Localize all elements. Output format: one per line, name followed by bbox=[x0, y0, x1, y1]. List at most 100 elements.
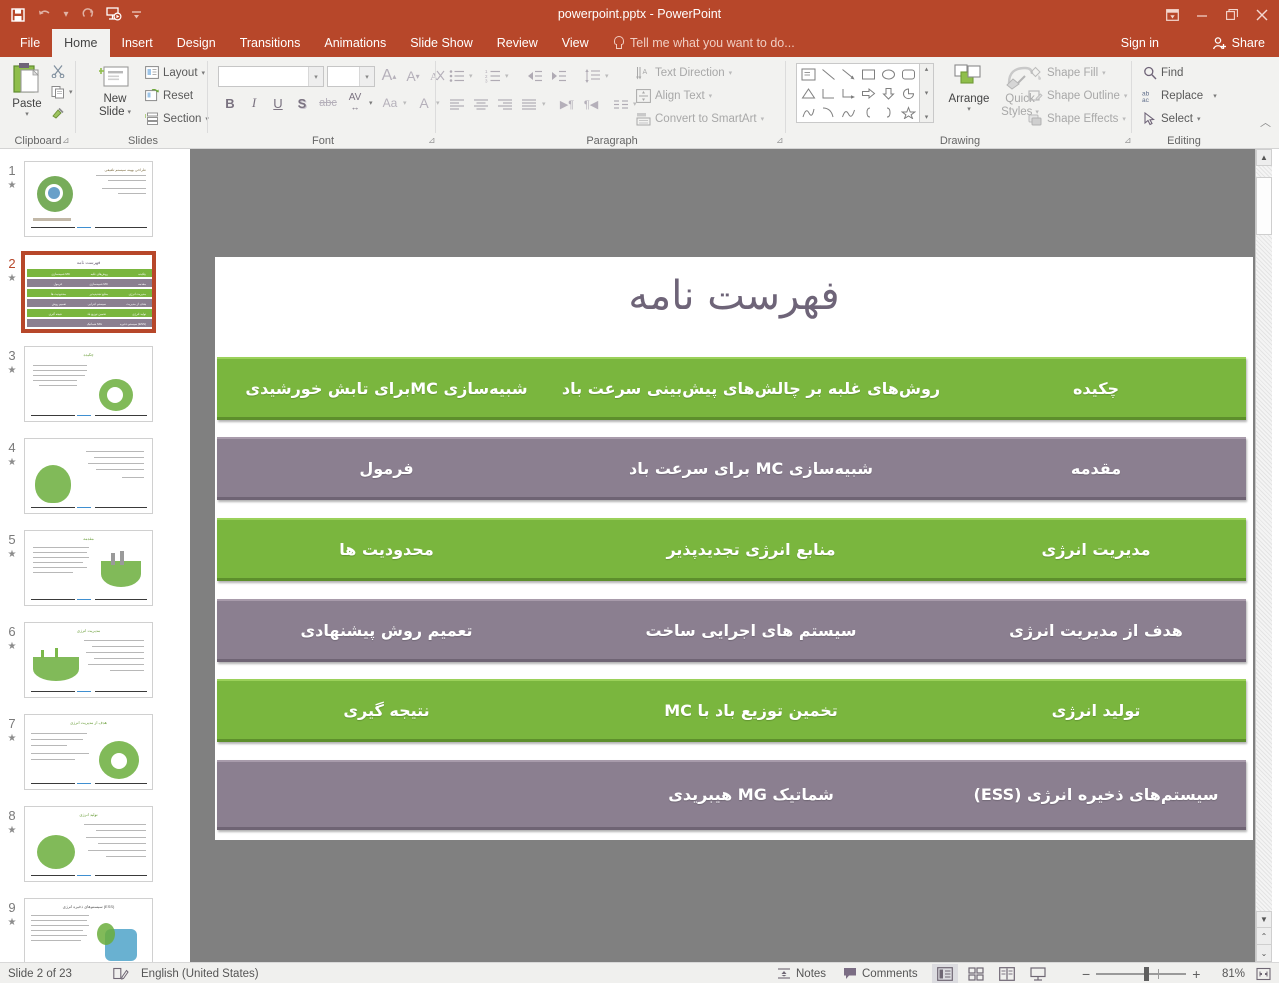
underline-button[interactable]: U bbox=[267, 92, 289, 114]
copy-dropdown-icon[interactable]: ▾ bbox=[69, 88, 73, 96]
comments-button[interactable]: Comments bbox=[843, 963, 918, 983]
arrange-button[interactable]: Arrange ▾ bbox=[943, 63, 995, 114]
zoom-thumb[interactable] bbox=[1144, 966, 1150, 981]
shape-triangle-icon[interactable] bbox=[798, 84, 818, 103]
restore-button[interactable] bbox=[1217, 3, 1247, 27]
right-to-left-button[interactable]: ¶◀ bbox=[580, 94, 602, 114]
thumbnail-slide-1[interactable]: 1 ★ طراحی بهینه سیستم تلفیقی bbox=[0, 161, 172, 237]
shapes-more-icon[interactable]: ▾ bbox=[925, 113, 929, 121]
thumbnail-image[interactable]: هدف از مدیریت انرژی bbox=[24, 714, 153, 790]
slide-edit-area[interactable]: فهرست نامه چکیده روش‌های غلبه بر چالش‌ها… bbox=[190, 149, 1272, 962]
shape-elbow-connector-icon[interactable] bbox=[818, 84, 838, 103]
change-case-dropdown-icon[interactable]: ▾ bbox=[403, 99, 407, 107]
slide-area-scrollbar[interactable]: ▲ ▼ ⌃ ⌄ bbox=[1255, 149, 1272, 962]
toc-row-1[interactable]: چکیده روش‌های غلبه بر چالش‌های پیش‌بینی … bbox=[217, 357, 1246, 420]
italic-button[interactable]: I bbox=[243, 92, 265, 114]
zoom-track[interactable] bbox=[1096, 966, 1187, 981]
strikethrough-button[interactable]: abc bbox=[315, 92, 341, 114]
numbering-dropdown-icon[interactable]: ▾ bbox=[505, 72, 509, 80]
shape-effects-dropdown-icon[interactable]: ▾ bbox=[1122, 115, 1126, 123]
thumbnail-slide-8[interactable]: 8 ★ تولید انرژی bbox=[0, 806, 172, 882]
arrange-dropdown-icon[interactable]: ▾ bbox=[967, 106, 971, 114]
align-right-button[interactable] bbox=[494, 94, 516, 114]
zoom-in-button[interactable]: + bbox=[1186, 966, 1200, 982]
replace-dropdown-icon[interactable]: ▾ bbox=[1213, 92, 1217, 100]
font-name-dropdown-icon[interactable]: ▾ bbox=[308, 67, 323, 86]
close-button[interactable] bbox=[1247, 3, 1277, 27]
language-indicator[interactable]: English (United States) bbox=[141, 963, 259, 983]
change-case-button[interactable]: Aa bbox=[378, 92, 402, 114]
tab-insert[interactable]: Insert bbox=[110, 29, 165, 57]
slide-scroll-track[interactable] bbox=[1256, 166, 1272, 911]
thumbnail-image[interactable]: مدیریت انرژی bbox=[24, 622, 153, 698]
font-color-button[interactable]: A bbox=[414, 92, 434, 114]
thumbnail-slide-7[interactable]: 7 ★ هدف از مدیریت انرژی bbox=[0, 714, 172, 790]
toc-row-4[interactable]: هدف از مدیریت انرژی سیستم های اجرایی ساخ… bbox=[217, 599, 1246, 662]
paragraph-dialog-launcher[interactable]: ⊿ bbox=[776, 135, 784, 146]
fit-to-window-button[interactable] bbox=[1256, 963, 1271, 983]
text-direction-dropdown-icon[interactable]: ▾ bbox=[729, 69, 733, 77]
select-button[interactable]: Select ▾ bbox=[1142, 111, 1200, 126]
align-text-button[interactable]: Align Text ▾ bbox=[636, 88, 712, 103]
slide-thumbnails-pane[interactable]: 1 ★ طراحی بهینه سیستم تلفیقی 2 ★ فهرست ن… bbox=[0, 149, 172, 962]
select-dropdown-icon[interactable]: ▾ bbox=[1197, 115, 1201, 123]
toc-row-5[interactable]: تولید انرژی تخمین توزیع باد با MC نتیجه … bbox=[217, 679, 1246, 742]
shape-down-arrow-icon[interactable] bbox=[878, 84, 898, 103]
replace-button[interactable]: ab ac Replace ▾ bbox=[1142, 88, 1217, 103]
shape-left-brace-icon[interactable] bbox=[858, 103, 878, 122]
sign-in-link[interactable]: Sign in bbox=[1121, 29, 1159, 57]
thumbnail-image[interactable]: مقدمه bbox=[24, 530, 153, 606]
shape-textbox-icon[interactable] bbox=[798, 65, 818, 84]
paste-button[interactable]: Paste ▾ bbox=[4, 62, 50, 119]
toc-row-6[interactable]: سیستم‌های ذخیره انرژی (ESS) شماتیک MG هی… bbox=[217, 760, 1246, 830]
tab-transitions[interactable]: Transitions bbox=[228, 29, 313, 57]
shape-elbow-arrow-icon[interactable] bbox=[838, 84, 858, 103]
thumbnail-image[interactable]: سیستم‌های ذخیره انرژی (ESS) bbox=[24, 898, 153, 962]
cut-button[interactable] bbox=[50, 63, 65, 78]
share-button[interactable]: Share bbox=[1204, 31, 1273, 55]
bullets-dropdown-icon[interactable]: ▾ bbox=[469, 72, 473, 80]
zoom-slider[interactable]: − + bbox=[1082, 963, 1200, 983]
normal-view-button[interactable] bbox=[932, 964, 958, 983]
tab-view[interactable]: View bbox=[550, 29, 601, 57]
drawing-dialog-launcher[interactable]: ⊿ bbox=[1124, 135, 1132, 146]
thumbnail-slide-3[interactable]: 3 ★ چکیده bbox=[0, 346, 172, 422]
shape-right-brace-icon[interactable] bbox=[878, 103, 898, 122]
shapes-gallery-scrollbar[interactable]: ▴ ▾ ▾ bbox=[920, 63, 934, 123]
line-spacing-dropdown-icon[interactable]: ▾ bbox=[605, 72, 609, 80]
slide-show-view-button[interactable] bbox=[1025, 964, 1051, 983]
thumbnail-image[interactable]: تولید انرژی bbox=[24, 806, 153, 882]
layout-dropdown-icon[interactable]: ▾ bbox=[202, 69, 206, 77]
shape-right-arrow-icon[interactable] bbox=[858, 84, 878, 103]
shape-outline-button[interactable]: Shape Outline ▾ bbox=[1028, 88, 1127, 103]
shape-rounded-rectangle-icon[interactable] bbox=[898, 65, 918, 84]
thumbnail-slide-9[interactable]: 9 ★ سیستم‌های ذخیره انرژی (ESS) bbox=[0, 898, 172, 962]
shape-curve-icon[interactable] bbox=[818, 103, 838, 122]
slide-scroll-up-icon[interactable]: ▲ bbox=[1256, 149, 1272, 166]
ribbon-display-options-icon[interactable] bbox=[1157, 3, 1187, 27]
new-slide-button[interactable]: New Slide ▾ bbox=[88, 63, 142, 119]
tell-me-search[interactable]: Tell me what you want to do... bbox=[612, 29, 795, 57]
justify-dropdown-icon[interactable]: ▾ bbox=[542, 100, 546, 108]
shapes-gallery[interactable] bbox=[796, 63, 920, 123]
zoom-level-label[interactable]: 81% bbox=[1222, 963, 1245, 983]
left-to-right-button[interactable]: ▶¶ bbox=[556, 94, 578, 114]
current-slide[interactable]: فهرست نامه چکیده روش‌های غلبه بر چالش‌ها… bbox=[215, 257, 1253, 840]
thumbnail-slide-5[interactable]: 5 ★ مقدمه bbox=[0, 530, 172, 606]
slide-scroll-down-icon[interactable]: ▼ bbox=[1256, 911, 1272, 928]
spell-check-icon[interactable] bbox=[113, 963, 129, 983]
bold-button[interactable]: B bbox=[219, 92, 241, 114]
font-dialog-launcher[interactable]: ⊿ bbox=[428, 135, 436, 146]
thumbnail-image[interactable]: طراحی بهینه سیستم تلفیقی bbox=[24, 161, 153, 237]
bullets-button[interactable] bbox=[446, 65, 468, 87]
reset-button[interactable]: Reset bbox=[144, 88, 193, 103]
text-direction-button[interactable]: A Text Direction ▾ bbox=[636, 65, 732, 80]
previous-slide-button[interactable]: ⌃ bbox=[1256, 928, 1272, 945]
decrease-indent-button[interactable] bbox=[524, 65, 546, 87]
font-size-input[interactable]: ▾ bbox=[327, 66, 375, 87]
slide-scroll-thumb[interactable] bbox=[1256, 177, 1272, 235]
shape-fill-dropdown-icon[interactable]: ▾ bbox=[1102, 69, 1106, 77]
increase-indent-button[interactable] bbox=[548, 65, 570, 87]
font-size-dropdown-icon[interactable]: ▾ bbox=[359, 67, 374, 86]
font-name-input[interactable]: ▾ bbox=[218, 66, 324, 87]
